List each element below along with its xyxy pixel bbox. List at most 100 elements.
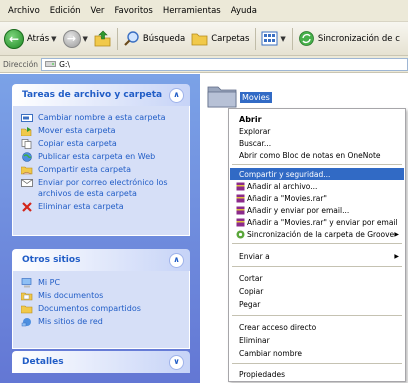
menu-item-add-rar-email[interactable]: Añadir a "Movies.rar" y enviar por email: [230, 216, 404, 228]
folder-icon[interactable]: [207, 82, 237, 108]
task-rename-folder[interactable]: Cambiar nombre a esta carpeta: [21, 112, 183, 123]
task-move-folder[interactable]: Mover esta carpeta: [21, 125, 183, 136]
task-share-folder[interactable]: Compartir esta carpeta: [21, 164, 183, 175]
menu-item-label: Añadir a "Movies.rar" y enviar por email: [247, 217, 398, 227]
menu-item-label: Sincronización de la carpeta de Groove: [247, 229, 395, 239]
menu-item-label: Enviar a: [239, 251, 270, 261]
views-button[interactable]: ▼: [261, 30, 286, 47]
menu-item-properties[interactable]: Propiedades: [230, 368, 404, 380]
menu-item-share-security[interactable]: Compartir y seguridad...: [230, 168, 404, 180]
toolbar-separator: [255, 27, 257, 50]
address-bar: Dirección G:\: [0, 56, 408, 73]
collapse-chevron-icon[interactable]: ∧: [169, 87, 184, 103]
tasks-panel: Tareas de archivo y carpeta ∧ Cambiar no…: [12, 84, 190, 236]
back-arrow-icon: ←: [4, 28, 24, 49]
documents-folder-icon: [21, 290, 33, 301]
menu-item-send-to[interactable]: Enviar a ▶: [230, 250, 404, 262]
back-label: Atrás: [27, 33, 50, 44]
menu-item-delete[interactable]: Eliminar: [230, 334, 404, 346]
globe-icon: [21, 151, 33, 162]
menu-item-label: Añadir y enviar por email...: [247, 205, 350, 215]
submenu-arrow-icon: ▶: [394, 230, 399, 238]
search-button[interactable]: Búsqueda: [123, 30, 185, 47]
tasks-panel-body: Cambiar nombre a esta carpeta Mover esta…: [12, 106, 190, 236]
menu-item-find[interactable]: Buscar...: [230, 137, 404, 149]
details-title: Detalles: [22, 357, 64, 367]
email-icon: [21, 177, 33, 188]
place-shared-documents[interactable]: Documentos compartidos: [21, 303, 183, 314]
tasks-panel-header[interactable]: Tareas de archivo y carpeta ∧: [12, 84, 190, 106]
place-mi-pc[interactable]: Mi PC: [21, 277, 183, 288]
up-folder-button[interactable]: [94, 30, 111, 47]
menu-item-add-rar[interactable]: Añadir a "Movies.rar": [230, 192, 404, 204]
forward-button[interactable]: → ▼: [62, 29, 88, 48]
menu-item-paste[interactable]: Pegar: [230, 298, 404, 310]
place-label: Mis documentos: [38, 291, 104, 300]
collapse-chevron-icon[interactable]: ∧: [169, 252, 184, 268]
rename-icon: [21, 112, 33, 123]
drive-icon: [45, 61, 56, 67]
task-label: Cambiar nombre a esta carpeta: [38, 113, 166, 122]
task-label: Copiar esta carpeta: [38, 139, 117, 148]
other-places-header[interactable]: Otros sitios ∧: [12, 249, 190, 271]
menu-item-onenote[interactable]: Abrir como Bloc de notas en OneNote: [230, 149, 404, 161]
menu-item-groove-sync[interactable]: Sincronización de la carpeta de Groove ▶: [230, 228, 404, 240]
menu-item-create-shortcut[interactable]: Crear acceso directo: [230, 321, 404, 333]
tasks-panel-title: Tareas de archivo y carpeta: [22, 90, 163, 100]
menu-item-add-email[interactable]: Añadir y enviar por email...: [230, 204, 404, 216]
menu-archivo[interactable]: Archivo: [3, 6, 45, 16]
place-label: Mi PC: [38, 278, 61, 287]
toolbar-separator: [291, 27, 293, 50]
menu-item-label: Añadir al archivo...: [247, 181, 318, 191]
winrar-icon: [236, 206, 245, 214]
menu-ver[interactable]: Ver: [86, 6, 110, 16]
menu-edicion[interactable]: Edición: [45, 6, 86, 16]
menu-item-rename[interactable]: Cambiar nombre: [230, 347, 404, 359]
groove-icon: [236, 230, 245, 238]
menu-item-add-archive[interactable]: Añadir al archivo...: [230, 180, 404, 192]
folders-button[interactable]: Carpetas: [191, 30, 249, 47]
folder-name-label[interactable]: Movies: [240, 92, 272, 103]
details-header[interactable]: Detalles ∨: [12, 351, 190, 373]
shared-folder-icon: [21, 303, 33, 314]
sync-icon: [298, 31, 314, 46]
back-button[interactable]: ← Atrás ▼: [4, 28, 57, 49]
views-icon: [261, 31, 278, 46]
task-publish-web[interactable]: Publicar esta carpeta en Web: [21, 151, 183, 162]
other-places-body: Mi PC Mis documentos Documentos comparti…: [12, 271, 190, 349]
details-panel: Detalles ∨: [12, 351, 190, 373]
menu-ayuda[interactable]: Ayuda: [226, 6, 262, 16]
address-input[interactable]: G:\: [41, 57, 408, 71]
chevron-down-icon: ▼: [280, 34, 286, 43]
chevron-down-icon: ▼: [51, 34, 57, 43]
task-label: Enviar por correo electrónico los archiv…: [38, 178, 168, 198]
context-menu: Abrir Explorar Buscar... Abrir como Bloc…: [228, 108, 406, 382]
forward-arrow-icon: →: [62, 29, 81, 48]
task-email-files[interactable]: Enviar por correo electrónico los archiv…: [21, 177, 183, 199]
search-label: Búsqueda: [142, 33, 186, 44]
winrar-icon: [236, 194, 245, 202]
computer-icon: [21, 277, 33, 288]
search-icon: [124, 31, 139, 46]
task-label: Mover esta carpeta: [38, 126, 116, 135]
menu-separator: [232, 266, 402, 267]
menu-herramientas[interactable]: Herramientas: [158, 6, 226, 16]
place-network[interactable]: Mis sitios de red: [21, 316, 183, 327]
menu-item-explore[interactable]: Explorar: [230, 125, 404, 137]
place-my-documents[interactable]: Mis documentos: [21, 290, 183, 301]
task-label: Publicar esta carpeta en Web: [38, 152, 156, 161]
task-copy-folder[interactable]: Copiar esta carpeta: [21, 138, 183, 149]
menu-item-open[interactable]: Abrir: [230, 113, 404, 125]
move-icon: [21, 125, 33, 136]
menu-favoritos[interactable]: Favoritos: [109, 6, 157, 16]
menu-separator: [232, 243, 402, 244]
expand-chevron-icon[interactable]: ∨: [169, 354, 184, 370]
menu-item-cut[interactable]: Cortar: [230, 272, 404, 284]
toolbar: ← Atrás ▼ → ▼ Búsqueda Carpetas ▼ Sincro…: [0, 22, 408, 56]
other-places-title: Otros sitios: [22, 255, 81, 265]
sync-button[interactable]: Sincronización de c: [298, 30, 400, 47]
share-icon: [21, 164, 33, 175]
menu-item-copy[interactable]: Copiar: [230, 285, 404, 297]
network-icon: [21, 316, 33, 327]
task-delete-folder[interactable]: Eliminar esta carpeta: [21, 201, 183, 212]
